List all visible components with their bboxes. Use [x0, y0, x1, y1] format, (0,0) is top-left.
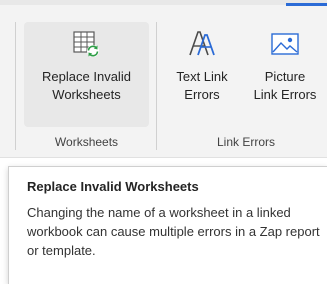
picture-link-errors-button[interactable]: Picture Link Errors	[243, 22, 327, 127]
group-separator	[15, 22, 16, 150]
text-link-errors-button[interactable]: Text Link Errors	[165, 22, 239, 127]
ribbon-top-border	[0, 0, 327, 5]
replace-invalid-worksheets-label: Replace Invalid Worksheets	[42, 69, 131, 102]
replace-invalid-worksheets-button[interactable]: Replace Invalid Worksheets	[24, 22, 149, 127]
group-label-worksheets: Worksheets	[54, 135, 119, 149]
picture-link-errors-icon	[271, 33, 299, 55]
tooltip-body: Changing the name of a worksheet in a li…	[27, 205, 320, 258]
group-label-link-errors: Link Errors	[216, 135, 275, 149]
picture-link-errors-label: Picture Link Errors	[253, 69, 317, 102]
group-separator	[156, 22, 157, 150]
tooltip-title: Replace Invalid Worksheets	[27, 179, 199, 194]
tooltip-box: Replace Invalid Worksheets Changing the …	[8, 166, 327, 284]
active-tab-indicator	[286, 3, 327, 6]
replace-invalid-worksheets-icon	[72, 31, 99, 57]
ribbon: Replace Invalid Worksheets Worksheets Te…	[0, 0, 327, 158]
text-link-errors-icon	[189, 31, 215, 56]
tooltip: Replace Invalid Worksheets Changing the …	[0, 158, 327, 284]
text-link-errors-label: Text Link Errors	[176, 69, 228, 102]
